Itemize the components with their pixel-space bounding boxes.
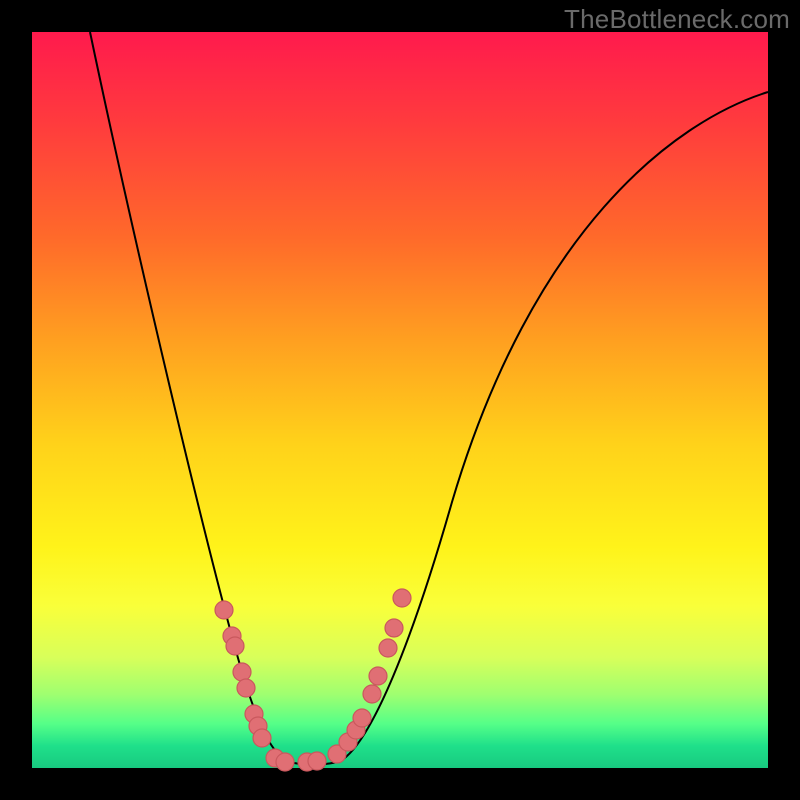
dot-right-9 bbox=[385, 619, 403, 637]
watermark-text: TheBottleneck.com bbox=[564, 4, 790, 35]
plot-area bbox=[32, 32, 768, 768]
dot-right-6 bbox=[363, 685, 381, 703]
dot-right-8 bbox=[379, 639, 397, 657]
dot-right-5 bbox=[353, 709, 371, 727]
dot-right-1 bbox=[308, 752, 326, 770]
dot-left-3 bbox=[233, 663, 251, 681]
bottleneck-curve bbox=[90, 32, 768, 765]
dot-left-0 bbox=[215, 601, 233, 619]
dot-left-9 bbox=[276, 753, 294, 771]
dot-right-7 bbox=[369, 667, 387, 685]
dot-left-7 bbox=[253, 729, 271, 747]
dot-left-2 bbox=[226, 637, 244, 655]
chart-svg bbox=[32, 32, 768, 768]
dot-right-10 bbox=[393, 589, 411, 607]
dot-left-4 bbox=[237, 679, 255, 697]
chart-frame: TheBottleneck.com bbox=[0, 0, 800, 800]
